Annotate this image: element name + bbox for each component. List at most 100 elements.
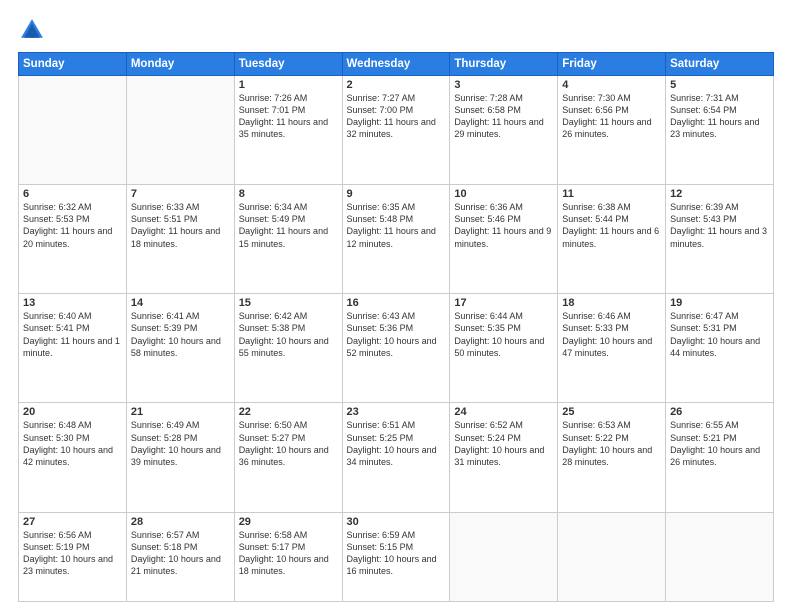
day-number: 12 [670,188,769,200]
calendar-header-monday: Monday [126,53,234,76]
day-info: Sunrise: 6:53 AMSunset: 5:22 PMDaylight:… [562,419,661,468]
day-number: 13 [23,297,122,309]
calendar-cell: 26Sunrise: 6:55 AMSunset: 5:21 PMDayligh… [666,403,774,512]
calendar-cell: 7Sunrise: 6:33 AMSunset: 5:51 PMDaylight… [126,185,234,294]
calendar-cell: 10Sunrise: 6:36 AMSunset: 5:46 PMDayligh… [450,185,558,294]
day-info: Sunrise: 6:56 AMSunset: 5:19 PMDaylight:… [23,529,122,578]
day-number: 4 [562,79,661,91]
calendar-cell: 3Sunrise: 7:28 AMSunset: 6:58 PMDaylight… [450,76,558,185]
day-info: Sunrise: 6:42 AMSunset: 5:38 PMDaylight:… [239,310,338,359]
calendar-cell: 17Sunrise: 6:44 AMSunset: 5:35 PMDayligh… [450,294,558,403]
calendar-table: SundayMondayTuesdayWednesdayThursdayFrid… [18,52,774,602]
day-info: Sunrise: 6:43 AMSunset: 5:36 PMDaylight:… [347,310,446,359]
page: SundayMondayTuesdayWednesdayThursdayFrid… [0,0,792,612]
day-info: Sunrise: 7:27 AMSunset: 7:00 PMDaylight:… [347,92,446,141]
day-info: Sunrise: 6:41 AMSunset: 5:39 PMDaylight:… [131,310,230,359]
day-info: Sunrise: 6:50 AMSunset: 5:27 PMDaylight:… [239,419,338,468]
day-number: 3 [454,79,553,91]
calendar-week-1: 1Sunrise: 7:26 AMSunset: 7:01 PMDaylight… [19,76,774,185]
day-info: Sunrise: 6:36 AMSunset: 5:46 PMDaylight:… [454,201,553,250]
day-number: 17 [454,297,553,309]
day-number: 14 [131,297,230,309]
calendar-cell: 5Sunrise: 7:31 AMSunset: 6:54 PMDaylight… [666,76,774,185]
calendar-week-3: 13Sunrise: 6:40 AMSunset: 5:41 PMDayligh… [19,294,774,403]
day-number: 11 [562,188,661,200]
day-number: 21 [131,406,230,418]
day-info: Sunrise: 7:31 AMSunset: 6:54 PMDaylight:… [670,92,769,141]
calendar-cell [558,512,666,601]
day-info: Sunrise: 6:38 AMSunset: 5:44 PMDaylight:… [562,201,661,250]
calendar-header-sunday: Sunday [19,53,127,76]
day-info: Sunrise: 6:52 AMSunset: 5:24 PMDaylight:… [454,419,553,468]
calendar-cell: 15Sunrise: 6:42 AMSunset: 5:38 PMDayligh… [234,294,342,403]
day-info: Sunrise: 6:33 AMSunset: 5:51 PMDaylight:… [131,201,230,250]
day-info: Sunrise: 6:40 AMSunset: 5:41 PMDaylight:… [23,310,122,359]
day-number: 8 [239,188,338,200]
calendar-week-4: 20Sunrise: 6:48 AMSunset: 5:30 PMDayligh… [19,403,774,512]
calendar-cell: 25Sunrise: 6:53 AMSunset: 5:22 PMDayligh… [558,403,666,512]
calendar-cell: 19Sunrise: 6:47 AMSunset: 5:31 PMDayligh… [666,294,774,403]
calendar-cell [19,76,127,185]
day-number: 18 [562,297,661,309]
day-number: 23 [347,406,446,418]
day-number: 7 [131,188,230,200]
day-number: 20 [23,406,122,418]
calendar-cell: 6Sunrise: 6:32 AMSunset: 5:53 PMDaylight… [19,185,127,294]
day-info: Sunrise: 6:47 AMSunset: 5:31 PMDaylight:… [670,310,769,359]
calendar-cell: 11Sunrise: 6:38 AMSunset: 5:44 PMDayligh… [558,185,666,294]
calendar-cell [666,512,774,601]
calendar-header-thursday: Thursday [450,53,558,76]
calendar-cell: 18Sunrise: 6:46 AMSunset: 5:33 PMDayligh… [558,294,666,403]
day-number: 1 [239,79,338,91]
calendar-cell: 4Sunrise: 7:30 AMSunset: 6:56 PMDaylight… [558,76,666,185]
calendar-cell: 12Sunrise: 6:39 AMSunset: 5:43 PMDayligh… [666,185,774,294]
day-info: Sunrise: 6:57 AMSunset: 5:18 PMDaylight:… [131,529,230,578]
day-info: Sunrise: 6:44 AMSunset: 5:35 PMDaylight:… [454,310,553,359]
calendar-cell: 1Sunrise: 7:26 AMSunset: 7:01 PMDaylight… [234,76,342,185]
day-info: Sunrise: 6:55 AMSunset: 5:21 PMDaylight:… [670,419,769,468]
calendar-header-friday: Friday [558,53,666,76]
day-number: 16 [347,297,446,309]
calendar-cell: 9Sunrise: 6:35 AMSunset: 5:48 PMDaylight… [342,185,450,294]
day-info: Sunrise: 6:51 AMSunset: 5:25 PMDaylight:… [347,419,446,468]
calendar-cell [126,76,234,185]
calendar-cell: 16Sunrise: 6:43 AMSunset: 5:36 PMDayligh… [342,294,450,403]
header [18,16,774,44]
calendar-cell: 8Sunrise: 6:34 AMSunset: 5:49 PMDaylight… [234,185,342,294]
day-info: Sunrise: 6:39 AMSunset: 5:43 PMDaylight:… [670,201,769,250]
day-number: 28 [131,516,230,528]
calendar-cell: 14Sunrise: 6:41 AMSunset: 5:39 PMDayligh… [126,294,234,403]
calendar-week-2: 6Sunrise: 6:32 AMSunset: 5:53 PMDaylight… [19,185,774,294]
day-info: Sunrise: 6:32 AMSunset: 5:53 PMDaylight:… [23,201,122,250]
day-number: 5 [670,79,769,91]
day-info: Sunrise: 7:26 AMSunset: 7:01 PMDaylight:… [239,92,338,141]
day-number: 10 [454,188,553,200]
day-info: Sunrise: 6:49 AMSunset: 5:28 PMDaylight:… [131,419,230,468]
day-number: 19 [670,297,769,309]
day-number: 27 [23,516,122,528]
calendar-cell: 2Sunrise: 7:27 AMSunset: 7:00 PMDaylight… [342,76,450,185]
calendar-cell: 24Sunrise: 6:52 AMSunset: 5:24 PMDayligh… [450,403,558,512]
calendar-cell: 23Sunrise: 6:51 AMSunset: 5:25 PMDayligh… [342,403,450,512]
day-number: 22 [239,406,338,418]
logo [18,16,50,44]
calendar-cell: 21Sunrise: 6:49 AMSunset: 5:28 PMDayligh… [126,403,234,512]
calendar-cell: 28Sunrise: 6:57 AMSunset: 5:18 PMDayligh… [126,512,234,601]
day-info: Sunrise: 6:35 AMSunset: 5:48 PMDaylight:… [347,201,446,250]
calendar-header-tuesday: Tuesday [234,53,342,76]
calendar-cell: 13Sunrise: 6:40 AMSunset: 5:41 PMDayligh… [19,294,127,403]
calendar-cell: 20Sunrise: 6:48 AMSunset: 5:30 PMDayligh… [19,403,127,512]
logo-icon [18,16,46,44]
day-number: 15 [239,297,338,309]
day-info: Sunrise: 6:48 AMSunset: 5:30 PMDaylight:… [23,419,122,468]
calendar-week-5: 27Sunrise: 6:56 AMSunset: 5:19 PMDayligh… [19,512,774,601]
day-number: 25 [562,406,661,418]
day-number: 9 [347,188,446,200]
day-number: 24 [454,406,553,418]
day-info: Sunrise: 6:34 AMSunset: 5:49 PMDaylight:… [239,201,338,250]
day-info: Sunrise: 7:28 AMSunset: 6:58 PMDaylight:… [454,92,553,141]
day-number: 2 [347,79,446,91]
calendar-header-row: SundayMondayTuesdayWednesdayThursdayFrid… [19,53,774,76]
day-info: Sunrise: 6:46 AMSunset: 5:33 PMDaylight:… [562,310,661,359]
calendar-cell: 27Sunrise: 6:56 AMSunset: 5:19 PMDayligh… [19,512,127,601]
